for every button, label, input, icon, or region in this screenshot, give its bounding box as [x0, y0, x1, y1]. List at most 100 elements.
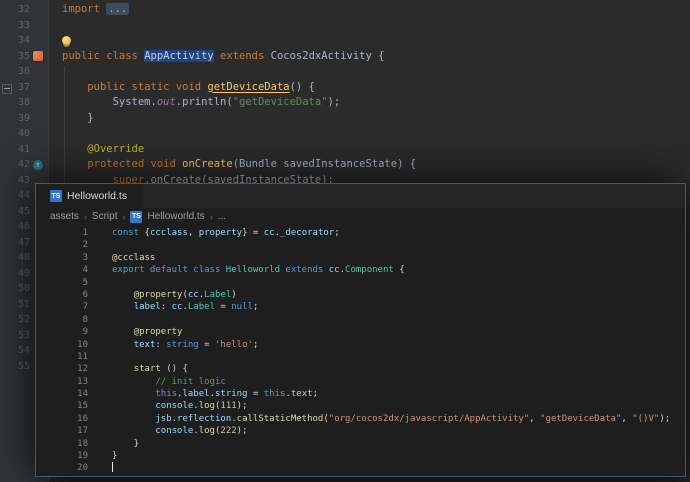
text-cursor: [112, 462, 113, 473]
code-text: System.out.println("getDeviceData");: [62, 96, 341, 108]
code-line[interactable]: 2: [36, 239, 685, 251]
code-text: public static void getDeviceData() {: [87, 80, 315, 93]
line-number: 9: [82, 327, 88, 338]
line-number: 33: [17, 19, 30, 31]
line-number: 40: [17, 128, 30, 139]
code-line[interactable]: 19}: [36, 450, 685, 462]
breadcrumb-item-assets[interactable]: assets: [50, 211, 79, 222]
code-line[interactable]: 36: [0, 64, 690, 80]
line-number: 43: [17, 174, 30, 186]
breadcrumb: assets › Script › TS Helloworld.ts › ...: [36, 208, 685, 225]
line-number: 16: [77, 413, 88, 424]
line-number: 3: [82, 252, 88, 263]
code-text: @property(cc.Label): [133, 289, 237, 300]
line-number: 48: [17, 252, 30, 263]
code-text: import ...: [62, 3, 130, 15]
code-line[interactable]: 14 this.label.string = this.text;: [36, 388, 685, 400]
code-text: console.log(222);: [155, 426, 248, 437]
code-text: @property: [133, 327, 183, 338]
line-number: 13: [77, 376, 88, 387]
line-number: 36: [17, 66, 30, 77]
code-line[interactable]: 7 label: cc.Label = null;: [36, 301, 685, 313]
vscode-overlay-window: TS Helloworld.ts assets › Script › TS He…: [35, 183, 686, 477]
code-line[interactable]: 18 }: [36, 438, 685, 450]
line-number: 38: [17, 97, 30, 108]
typescript-code-area[interactable]: 1 const {ccclass, property} = cc._decorat…: [36, 227, 685, 475]
code-line[interactable]: 17 console.log(222);: [36, 425, 685, 437]
code-line[interactable]: 37 public static void getDeviceData() {: [0, 80, 690, 96]
code-line[interactable]: 9 @property: [36, 326, 685, 338]
line-number: 8: [82, 314, 88, 325]
code-text: jsb.reflection.callStaticMethod("org/coc…: [155, 413, 671, 424]
code-line[interactable]: 8: [36, 314, 685, 326]
line-number: 17: [77, 426, 88, 437]
code-line[interactable]: 10 text: string = 'hello';: [36, 339, 685, 351]
line-number: 50: [17, 283, 30, 294]
code-text: [112, 462, 113, 474]
code-line[interactable]: 5: [36, 277, 685, 289]
fold-icon[interactable]: [2, 83, 12, 94]
code-line[interactable]: 42 ↑ protected void onCreate(Bundle saved…: [0, 157, 690, 173]
code-text: // init logic: [112, 376, 226, 387]
code-text: }: [112, 451, 118, 462]
code-line[interactable]: 16 jsb.reflection.callStaticMethod("org/…: [36, 413, 685, 425]
code-text: this.label.string = this.text;: [155, 389, 318, 400]
code-line[interactable]: 20: [36, 462, 685, 474]
lightbulb-icon[interactable]: [62, 35, 71, 45]
line-number: 42: [17, 159, 30, 170]
code-line[interactable]: 40: [0, 126, 690, 142]
code-line[interactable]: 12 start () {: [36, 363, 685, 375]
code-text: label: cc.Label = null;: [133, 302, 259, 313]
code-text: export default class Helloworld extends …: [112, 265, 405, 276]
code-line[interactable]: 11: [36, 351, 685, 363]
editor-tab-bar: TS Helloworld.ts: [36, 184, 685, 208]
line-number: 1: [82, 228, 88, 238]
line-number: 34: [17, 35, 30, 46]
class-icon[interactable]: [33, 51, 43, 61]
line-number: 51: [17, 298, 30, 310]
code-line[interactable]: 3 @ccclass: [36, 252, 685, 264]
line-number: 41: [17, 143, 30, 155]
code-line[interactable]: 41 @Override: [0, 142, 690, 158]
code-text: start () {: [133, 364, 188, 375]
line-number: 7: [82, 302, 88, 313]
line-number: 49: [17, 267, 30, 279]
line-number: 4: [82, 265, 88, 276]
code-line[interactable]: 4 export default class Helloworld extends…: [36, 264, 685, 276]
tab-label: Helloworld.ts: [67, 190, 128, 202]
line-number: 15: [77, 401, 88, 412]
breadcrumb-item-script[interactable]: Script: [92, 211, 118, 222]
line-number: 2: [82, 240, 88, 251]
code-line[interactable]: 15 console.log(111);: [36, 400, 685, 412]
code-text: }: [112, 438, 140, 449]
code-line[interactable]: 32 import ...: [0, 2, 690, 18]
code-text: text: string = 'hello';: [133, 339, 259, 350]
line-number: 44: [17, 190, 30, 201]
code-line[interactable]: 38 System.out.println("getDeviceData");: [0, 95, 690, 111]
code-line[interactable]: 34: [0, 33, 690, 49]
code-text: [62, 33, 75, 49]
code-line[interactable]: 6 @property(cc.Label): [36, 289, 685, 301]
tab-helloworld-ts[interactable]: TS Helloworld.ts: [36, 184, 143, 208]
line-number: 39: [17, 112, 30, 124]
code-text: @ccclass: [112, 252, 156, 263]
typescript-file-icon: TS: [50, 190, 62, 202]
code-line[interactable]: 33: [0, 18, 690, 34]
line-number: 18: [77, 438, 88, 449]
code-text: @Override: [87, 142, 145, 155]
breadcrumb-item-symbol[interactable]: ...: [218, 211, 226, 222]
override-icon[interactable]: ↑: [33, 159, 43, 170]
line-number: 10: [77, 339, 88, 350]
code-text: const {ccclass, property} = cc._decorato…: [112, 228, 340, 238]
code-line[interactable]: 35 public class AppActivity extends Cocos…: [0, 49, 690, 65]
code-line[interactable]: 39 }: [0, 111, 690, 127]
code-text: console.log(111);: [155, 401, 248, 412]
line-number: 20: [77, 463, 88, 474]
breadcrumb-item-file[interactable]: Helloworld.ts: [147, 211, 204, 222]
code-line[interactable]: 1 const {ccclass, property} = cc._decorat…: [36, 227, 685, 239]
line-number: 6: [82, 289, 88, 300]
code-line[interactable]: 13 // init logic: [36, 376, 685, 388]
line-number: 11: [77, 351, 88, 362]
line-number: 12: [77, 364, 88, 375]
line-number: 35: [17, 50, 30, 62]
